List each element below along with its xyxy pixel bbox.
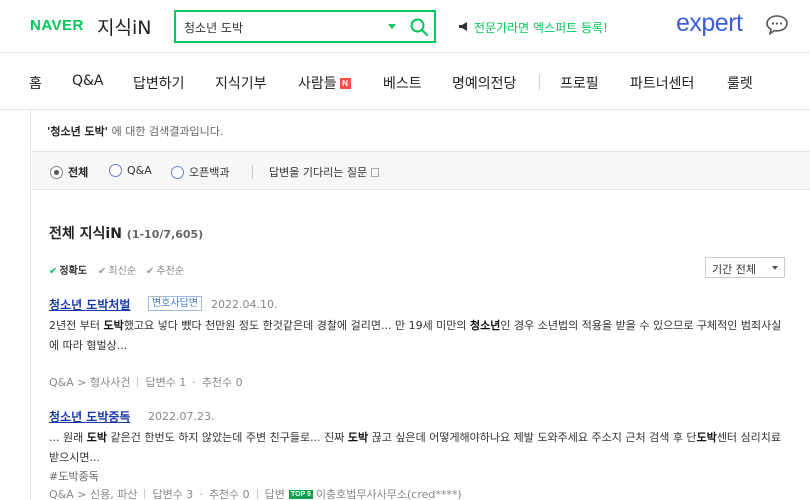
sort-latest-label: 최신순 xyxy=(108,266,136,277)
chat-icon[interactable] xyxy=(765,14,789,36)
result-meta-2: Q&A > 신용, 파산 답변수 3 · 추천수 0 답변 TOP 5 이충호법… xyxy=(49,486,462,500)
nav-item-people-label: 사람들 xyxy=(298,76,337,92)
result-recommends-1: 추천수 0 xyxy=(201,376,243,389)
radio-icon xyxy=(109,164,122,177)
meta-dot: · xyxy=(199,487,203,500)
waiting-questions-label: 답변을 기다리는 질문 xyxy=(269,166,368,179)
nav-item-answer[interactable]: 답변하기 xyxy=(133,73,185,93)
period-select-value: 기간 전체 xyxy=(712,263,756,276)
result-answers-1: 답변수 1 xyxy=(145,376,187,389)
meta-divider xyxy=(256,489,258,499)
sort-recommend-label: 추천순 xyxy=(156,266,184,277)
search-box xyxy=(174,10,436,43)
search-icon[interactable] xyxy=(409,17,429,37)
waiting-questions-link[interactable]: 답변을 기다리는 질문 xyxy=(269,164,380,180)
top5-badge: TOP 5 xyxy=(288,489,313,499)
expert-logo[interactable]: expert xyxy=(676,9,743,38)
result-title-2[interactable]: 청소년 도박중독 xyxy=(49,408,130,425)
result-title-2-text: 청소년 도박중독 xyxy=(49,410,131,424)
list-icon xyxy=(371,168,380,177)
search-result-note: '청소년 도박' 에 대한 검색결과입니다. xyxy=(30,110,810,152)
filter-qna[interactable]: Q&A xyxy=(109,164,152,177)
result-category-1[interactable]: Q&A > 형사사건 xyxy=(49,374,130,390)
nav-item-profile[interactable]: 프로필 xyxy=(560,73,599,93)
results-title-text: 전체 지식iN xyxy=(49,226,122,242)
main-nav: 홈 Q&A 답변하기 지식기부 사람들 N 베스트 명예의전당 프로필 파트너센터… xyxy=(0,52,810,110)
filter-all-label: 전체 xyxy=(68,166,89,179)
nav-item-hall-of-fame[interactable]: 명예의전당 xyxy=(452,73,516,93)
result-body-2: ... 원래 도박 같은건 한번도 하지 않았는데 주변 친구들로... 진짜 … xyxy=(49,431,782,464)
filter-bar: 전체 Q&A 오픈백과 답변을 기다리는 질문 xyxy=(30,152,810,190)
nav-divider xyxy=(539,74,540,90)
filter-qna-label: Q&A xyxy=(127,164,152,177)
hashtag[interactable]: #도박중독 xyxy=(49,468,99,484)
answerer-name[interactable]: 이충호법무사사무소(cred****) xyxy=(316,486,462,500)
result-query: '청소년 도박' xyxy=(47,125,109,138)
result-answers-2: 답변수 3 xyxy=(152,488,194,500)
result-date-1: 2022.04.10. xyxy=(211,298,278,311)
new-badge: N xyxy=(339,78,351,89)
sort-accuracy-label: 정확도 xyxy=(59,266,87,277)
radio-checked-icon xyxy=(50,165,63,179)
expert-promo-link[interactable]: 전문가라면 엑스퍼트 등록! xyxy=(458,19,608,36)
nav-item-best[interactable]: 베스트 xyxy=(383,73,422,93)
result-meta-1: Q&A > 형사사건 답변수 1 · 추천수 0 xyxy=(49,374,243,390)
answerer-label: 답변 xyxy=(264,488,285,500)
period-select[interactable]: 기간 전체 xyxy=(705,257,785,278)
result-category-2[interactable]: Q&A > 신용, 파산 xyxy=(49,486,137,500)
results-title: 전체 지식iN (1-10/7,605) xyxy=(49,223,203,243)
meta-divider xyxy=(137,377,139,387)
nav-item-home[interactable]: 홈 xyxy=(29,73,42,93)
caret-down-icon xyxy=(772,266,778,270)
meta-dot: · xyxy=(192,375,196,389)
check-icon: ✔ xyxy=(146,266,155,277)
meta-divider xyxy=(144,489,146,499)
megaphone-icon xyxy=(458,21,470,35)
promo-text: 전문가라면 엑스퍼트 등록! xyxy=(474,21,608,35)
result-recommends-2: 추천수 0 xyxy=(208,488,250,500)
search-input[interactable] xyxy=(184,18,384,36)
nav-item-roulette[interactable]: 룰렛 xyxy=(727,73,753,93)
sort-recommend[interactable]: ✔ 추천순 xyxy=(146,262,184,277)
results-count: (1-10/7,605) xyxy=(126,228,204,241)
check-icon: ✔ xyxy=(98,266,107,277)
sort-latest[interactable]: ✔ 최신순 xyxy=(98,262,136,277)
filter-open-label: 오픈백과 xyxy=(189,166,230,179)
result-date-2: 2022.07.23. xyxy=(148,410,215,423)
sort-accuracy[interactable]: ✔ 정확도 xyxy=(49,262,87,277)
filter-divider xyxy=(252,165,253,179)
nav-item-partner-center[interactable]: 파트너센터 xyxy=(630,73,694,93)
result-title-1-text: 청소년 도박처벌 xyxy=(49,298,131,312)
search-dropdown-icon[interactable] xyxy=(388,24,396,29)
result-title-1[interactable]: 청소년 도박처벌 xyxy=(49,296,130,313)
results-section: 전체 지식iN (1-10/7,605) ✔ 정확도 ✔ 최신순 ✔ 추천순 기간 전… xyxy=(30,190,810,500)
filter-open-encyclopedia[interactable]: 오픈백과 xyxy=(171,164,229,180)
result-suffix: 에 대한 검색결과입니다. xyxy=(108,125,224,138)
header: NAVER 지식iN 전문가라면 엑스퍼트 등록! expert xyxy=(0,0,810,52)
nav-item-donate[interactable]: 지식기부 xyxy=(215,73,267,93)
kin-logo[interactable]: 지식iN xyxy=(97,13,151,40)
filter-all[interactable]: 전체 xyxy=(50,164,88,180)
lawyer-answer-badge: 변호사답변 xyxy=(148,296,202,311)
result-body-1: 2년전 부터 도박했고요 넣다 뺐다 천만원 정도 한것같은데 경찰에 걸리면.… xyxy=(49,319,782,352)
nav-item-qna[interactable]: Q&A xyxy=(72,73,104,89)
radio-icon xyxy=(171,165,184,179)
nav-item-people[interactable]: 사람들 N xyxy=(298,73,351,93)
check-icon: ✔ xyxy=(49,266,58,277)
naver-logo[interactable]: NAVER xyxy=(30,17,84,34)
